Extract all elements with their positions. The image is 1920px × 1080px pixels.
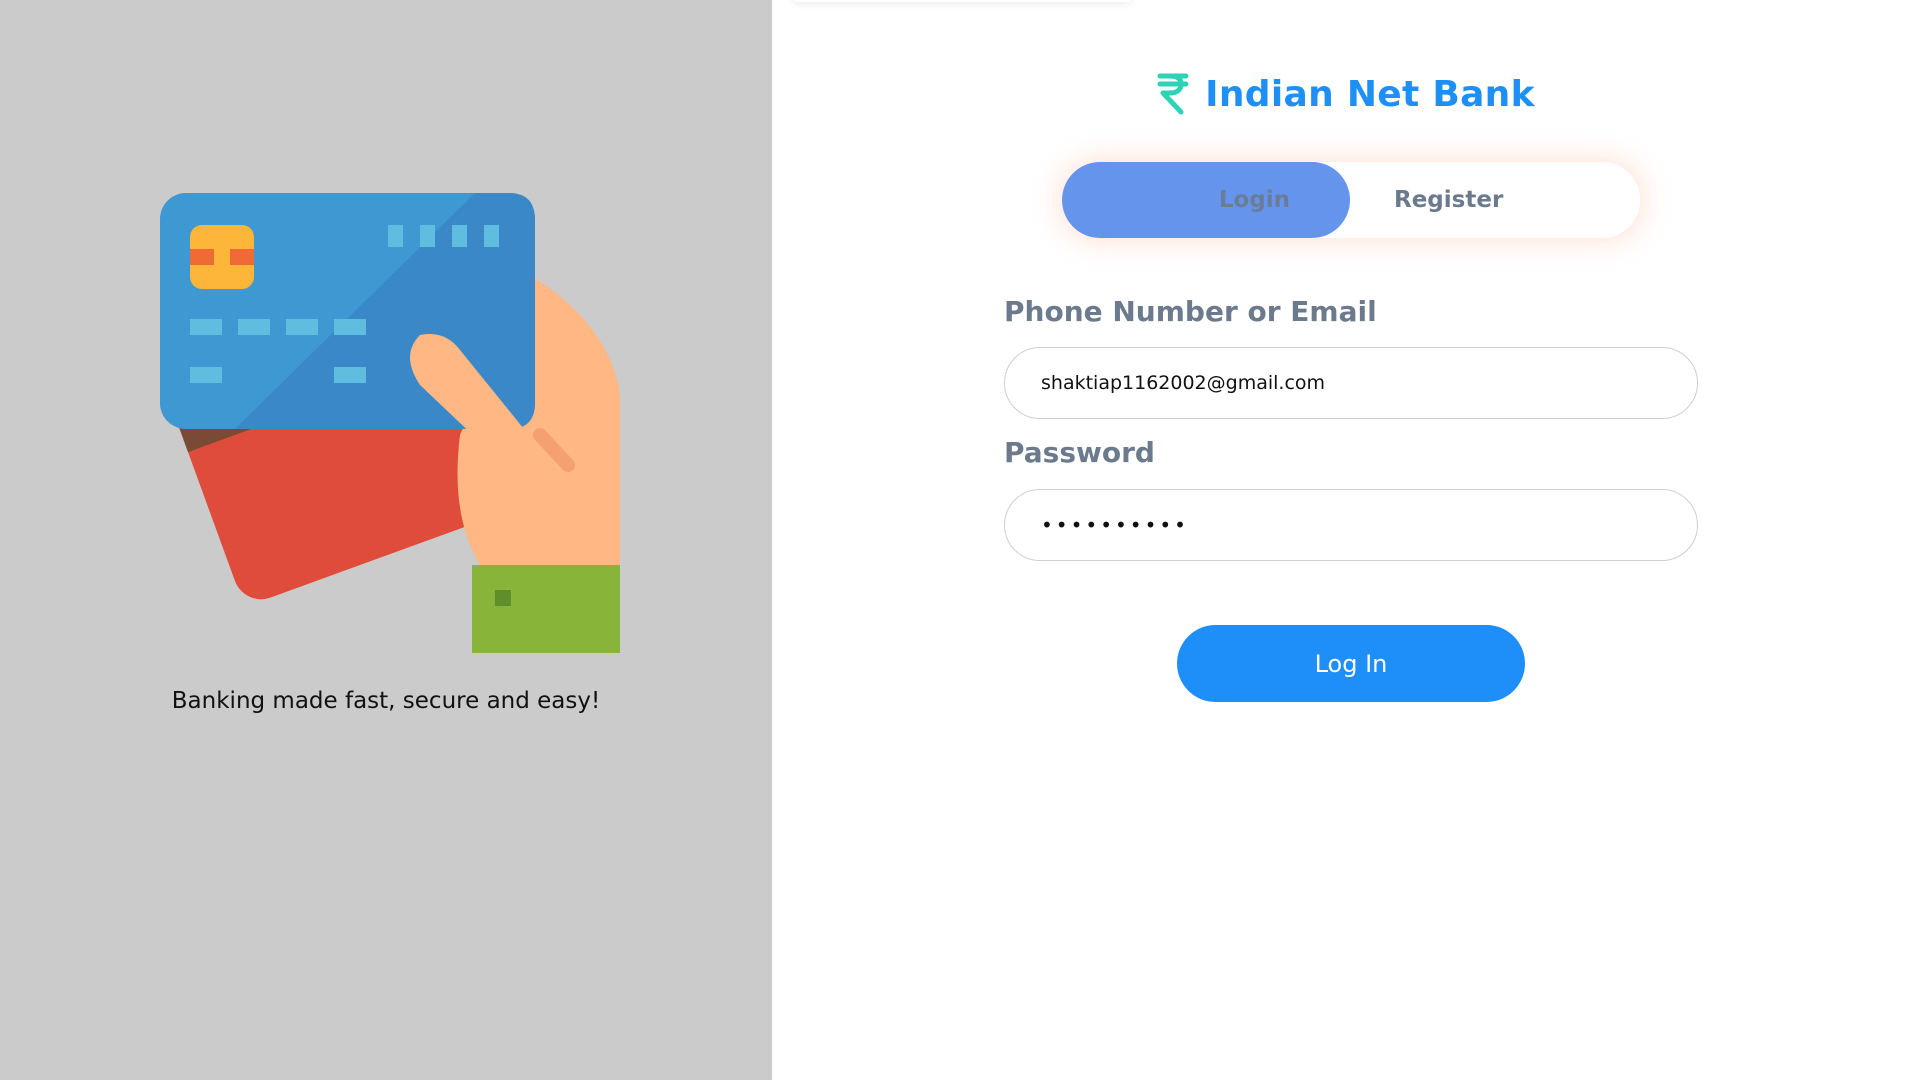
- login-page: Banking made fast, secure and easy! Indi…: [0, 0, 1920, 1080]
- hand-holding-credit-cards-icon: [160, 193, 620, 653]
- left-panel: Banking made fast, secure and easy!: [0, 0, 772, 1080]
- password-field[interactable]: [1004, 489, 1698, 561]
- tab-login[interactable]: Login: [1062, 162, 1350, 238]
- login-button[interactable]: Log In: [1177, 625, 1525, 702]
- tab-register[interactable]: Register: [1350, 162, 1640, 238]
- email-field[interactable]: [1004, 347, 1698, 419]
- tagline: Banking made fast, secure and easy!: [171, 688, 601, 714]
- password-label: Password: [1004, 436, 1155, 469]
- right-panel: Indian Net Bank Login Register Phone Num…: [772, 0, 1920, 1080]
- top-edge-shadow: [792, 0, 1132, 2]
- email-label: Phone Number or Email: [1004, 295, 1377, 328]
- auth-tab-switch: Login Register: [1062, 162, 1640, 238]
- brand-title: Indian Net Bank: [1205, 73, 1535, 115]
- rupee-icon: [1157, 73, 1189, 115]
- brand-header: Indian Net Bank: [772, 72, 1920, 116]
